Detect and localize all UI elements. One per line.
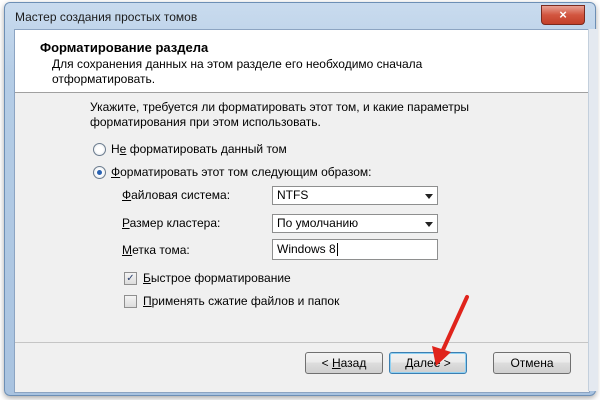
- red-arrow-annotation: [432, 295, 469, 366]
- wizard-client-area: Форматирование раздела Для сохранения да…: [14, 29, 590, 393]
- red-arrow-head: [432, 346, 451, 366]
- window-title: Мастер создания простых томов: [15, 10, 198, 24]
- red-arrow-shaft: [440, 295, 469, 354]
- wizard-window: Мастер создания простых томов × Форматир…: [4, 2, 598, 396]
- scrollbar[interactable]: [588, 29, 598, 391]
- close-button[interactable]: ×: [541, 5, 585, 25]
